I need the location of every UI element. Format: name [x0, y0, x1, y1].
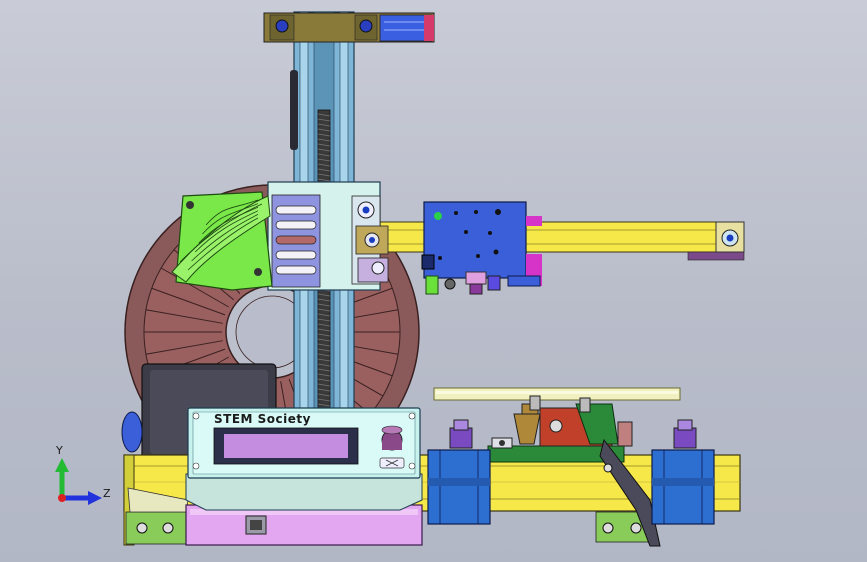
lcd-screen [224, 434, 348, 458]
base-electronics-box [185, 504, 423, 546]
triad-z-label: Z [103, 487, 111, 500]
print-bed [433, 387, 681, 401]
stepper-motor-left [427, 419, 491, 525]
lcd-brand-text: STEM Society [214, 412, 311, 426]
hotend-carriage [421, 201, 542, 295]
top-bracket [263, 12, 435, 43]
x-axis-dot [58, 494, 66, 502]
lcd-controller: STEM Society [185, 407, 423, 511]
part-cooling-fan-shroud [171, 191, 273, 291]
coordinate-triad: Y Z [55, 444, 111, 505]
bed-belt-pulley [491, 437, 513, 449]
triad-y-label: Y [55, 444, 63, 457]
stepper-motor-right [651, 419, 715, 525]
cad-viewport[interactable]: STEM Society Y Z [0, 0, 867, 562]
